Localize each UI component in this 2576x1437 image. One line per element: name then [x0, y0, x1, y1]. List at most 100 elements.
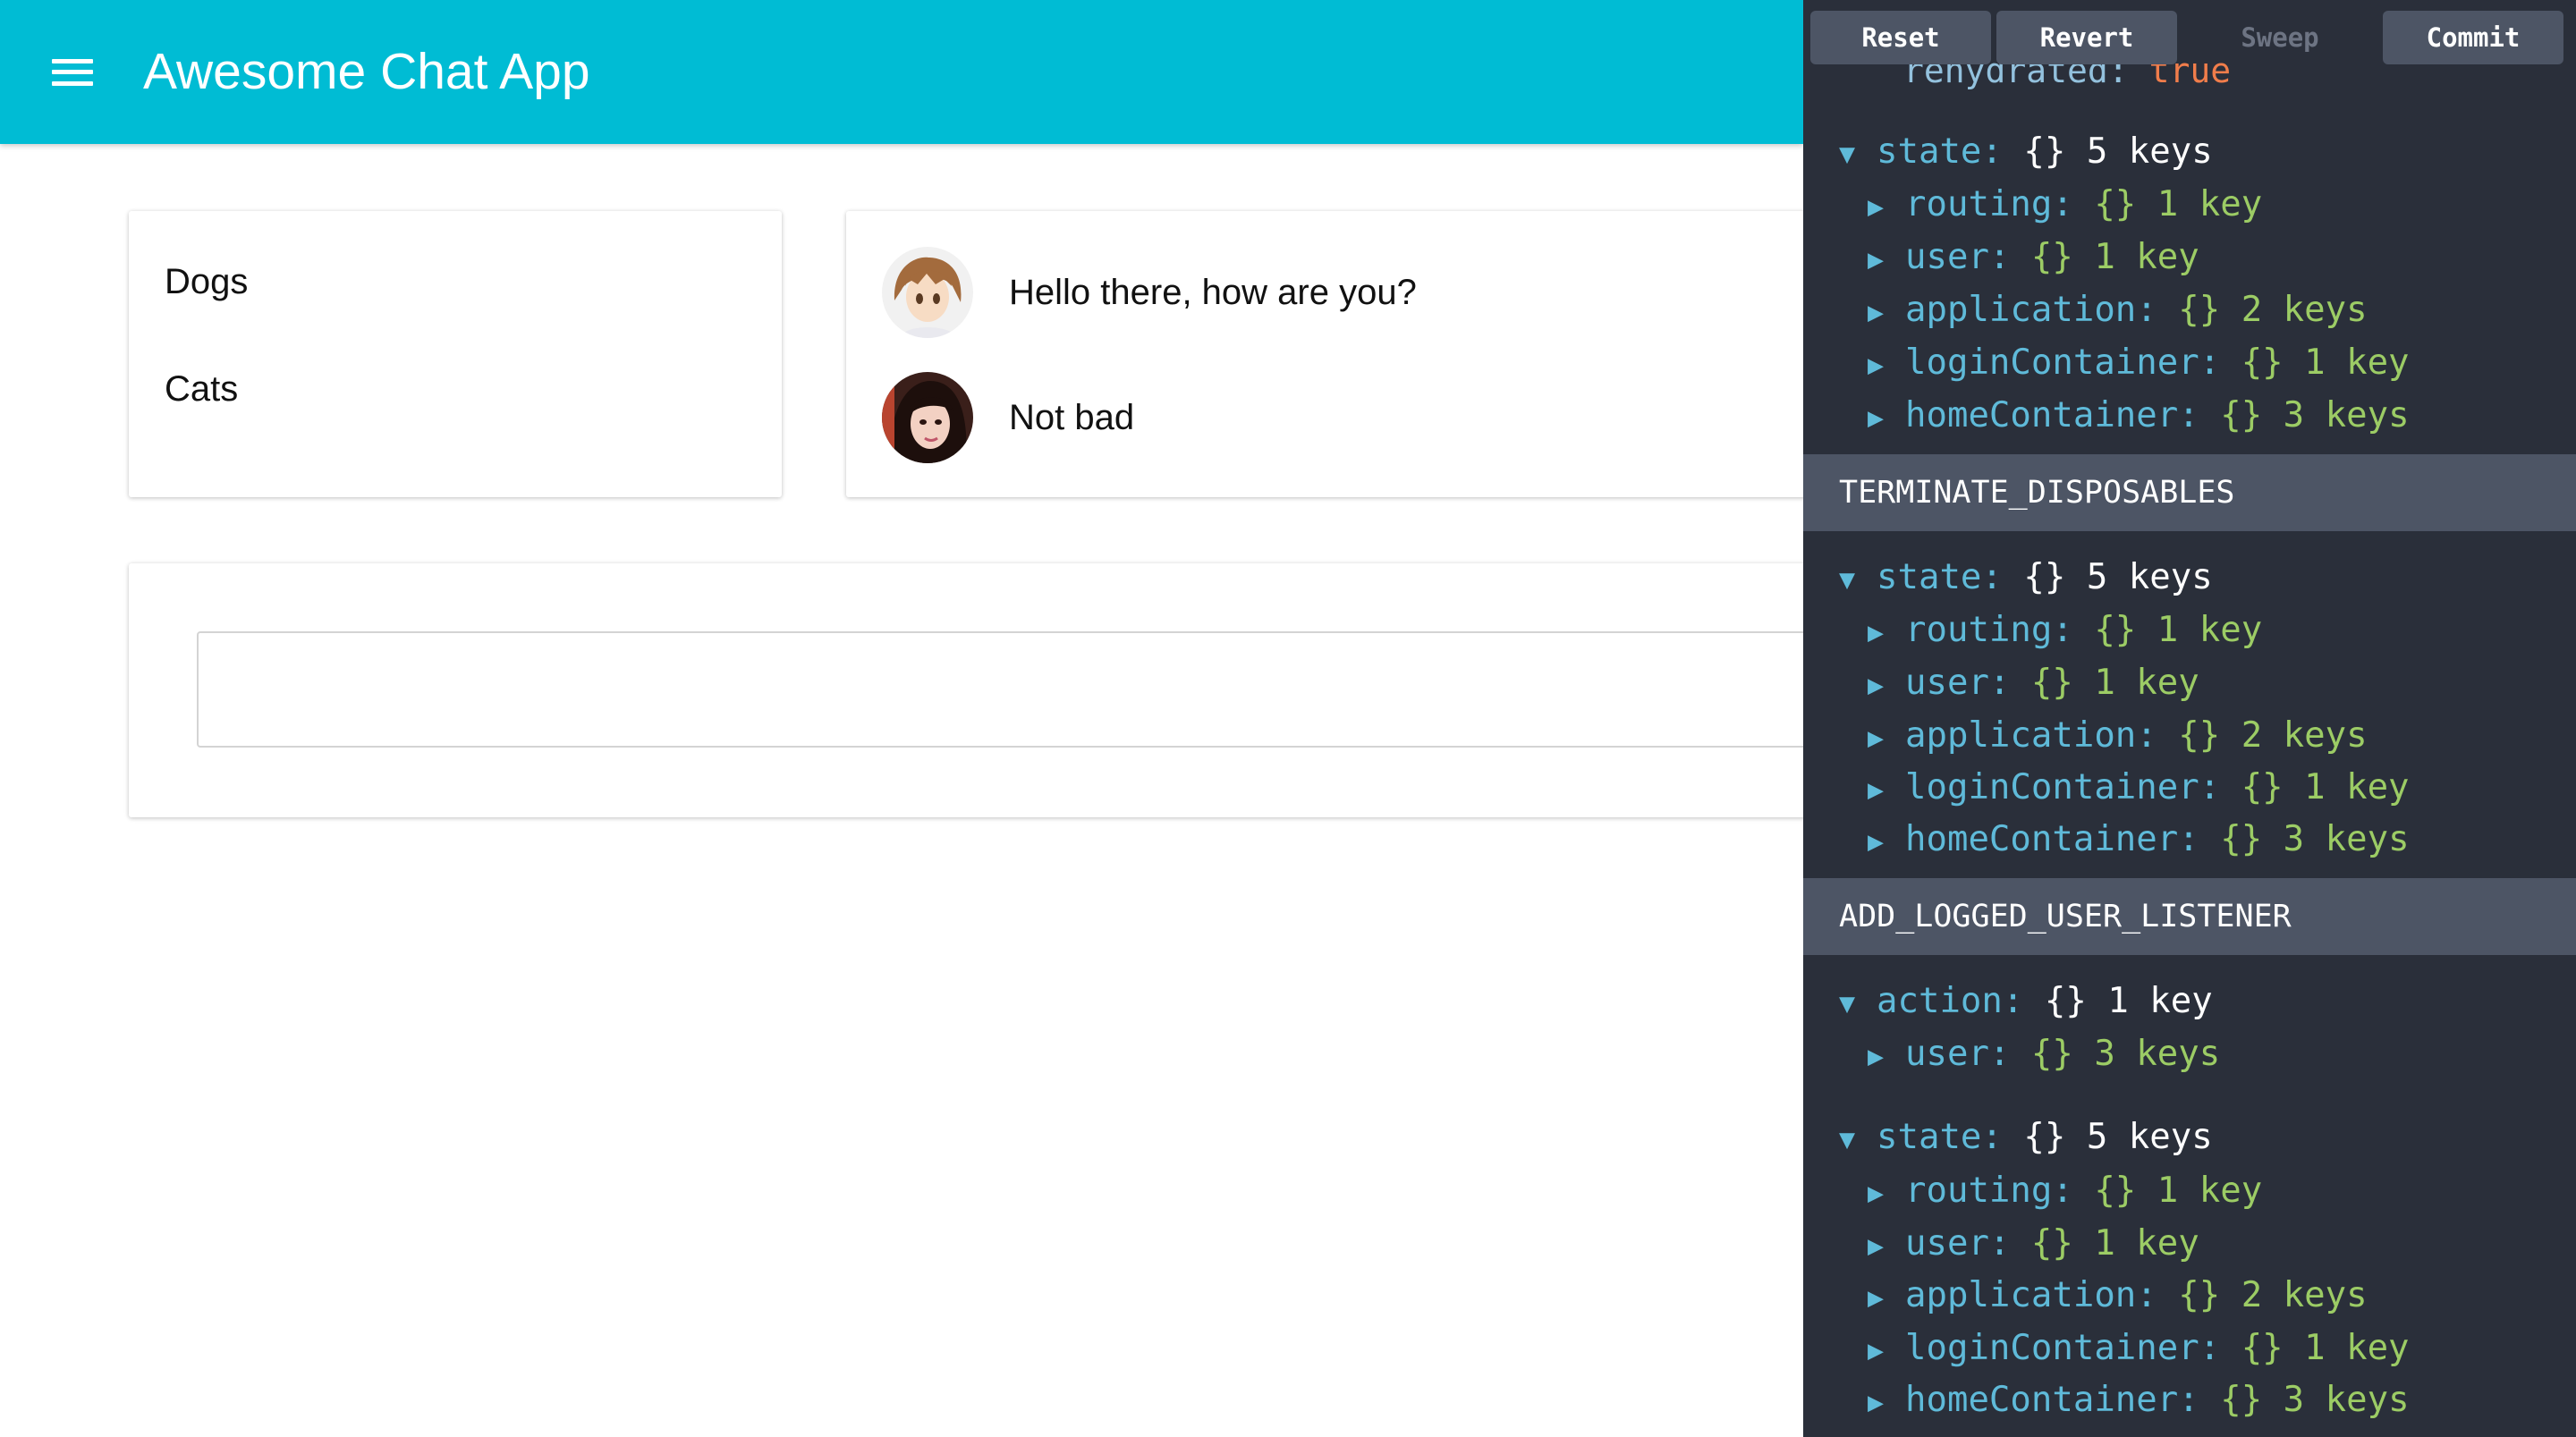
state-tree-item[interactable]: ▶ user: {} 1 key — [1868, 662, 2199, 707]
channel-item-dogs[interactable]: Dogs — [165, 260, 248, 303]
state-tree-item[interactable]: ▶ application: {} 2 keys — [1868, 1274, 2368, 1320]
reset-button[interactable]: Reset — [1810, 11, 1991, 64]
tree-count: 2 keys — [2241, 290, 2368, 330]
tree-key: state: — [1877, 131, 2003, 172]
message-input[interactable] — [197, 631, 1896, 748]
tree-key: routing: — [1905, 610, 2073, 650]
expanded-arrow-icon: ▼ — [1839, 1124, 1856, 1155]
menu-line — [52, 70, 93, 74]
collapsed-arrow-icon: ▶ — [1868, 1230, 1885, 1262]
collapsed-arrow-icon: ▶ — [1868, 244, 1885, 275]
state-tree-item[interactable]: ▶ application: {} 2 keys — [1868, 714, 2368, 760]
state-tree-item[interactable]: ▶ homeContainer: {} 3 keys — [1868, 1379, 2410, 1424]
action-tree-root[interactable]: ▼ action: {} 1 key — [1839, 980, 2213, 1026]
action-header-terminate-disposables[interactable]: TERMINATE_DISPOSABLES — [1803, 454, 2576, 531]
tree-key: homeContainer: — [1905, 395, 2199, 435]
tree-count: 2 keys — [2241, 715, 2368, 756]
state-tree-item[interactable]: ▶ loginContainer: {} 1 key — [1868, 766, 2410, 812]
tree-count: 3 keys — [2094, 1034, 2221, 1074]
collapsed-arrow-icon: ▶ — [1868, 670, 1885, 701]
tree-count: 1 key — [2304, 767, 2410, 807]
collapsed-arrow-icon: ▶ — [1868, 1282, 1885, 1314]
tree-count: 1 key — [2094, 663, 2199, 703]
anime-boy-avatar — [882, 247, 973, 338]
channel-list: Dogs Cats — [129, 211, 782, 497]
tree-braces: {} — [2030, 1034, 2073, 1074]
collapsed-arrow-icon: ▶ — [1868, 1387, 1885, 1418]
tree-braces: {} — [2178, 715, 2221, 756]
tree-braces: {} — [2023, 557, 2066, 597]
tree-count: 3 keys — [2283, 819, 2410, 859]
commit-button[interactable]: Commit — [2383, 11, 2563, 64]
tree-key: loginContainer: — [1905, 1328, 2221, 1368]
collapsed-arrow-icon: ▶ — [1868, 402, 1885, 434]
state-tree-item[interactable]: ▶ homeContainer: {} 3 keys — [1868, 394, 2410, 440]
tree-braces: {} — [2178, 290, 2221, 330]
tree-braces: {} — [2094, 184, 2137, 224]
tree-braces: {} — [2178, 1275, 2221, 1315]
collapsed-arrow-icon: ▶ — [1868, 826, 1885, 858]
tree-braces: {} — [2241, 767, 2284, 807]
tree-key: homeContainer: — [1905, 1380, 2199, 1420]
message-item: Not bad — [882, 372, 1776, 463]
expanded-arrow-icon: ▼ — [1839, 139, 1856, 170]
state-tree-item[interactable]: ▶ loginContainer: {} 1 key — [1868, 342, 2410, 387]
tree-braces: {} — [2023, 1117, 2066, 1157]
state-tree-item[interactable]: ▶ application: {} 2 keys — [1868, 289, 2368, 334]
collapsed-arrow-icon: ▶ — [1868, 774, 1885, 806]
tree-count: 3 keys — [2283, 395, 2410, 435]
devtools-panel: rehydrated: true Reset Revert Sweep Comm… — [1803, 0, 2576, 1437]
state-tree-item[interactable]: ▶ routing: {} 1 key — [1868, 609, 2262, 655]
message-text: Not bad — [1009, 398, 1135, 437]
tree-key: homeContainer: — [1905, 819, 2199, 859]
collapsed-arrow-icon: ▶ — [1868, 1041, 1885, 1072]
collapsed-arrow-icon: ▶ — [1868, 1335, 1885, 1366]
tree-braces: {} — [2030, 1223, 2073, 1264]
tree-count: 5 keys — [2086, 1117, 2213, 1157]
tree-braces: {} — [2220, 819, 2263, 859]
collapsed-arrow-icon: ▶ — [1868, 723, 1885, 754]
tree-key: application: — [1905, 290, 2157, 330]
action-header-add-logged-user-listener[interactable]: ADD_LOGGED_USER_LISTENER — [1803, 878, 2576, 955]
tree-count: 3 keys — [2283, 1380, 2410, 1420]
tree-count: 1 key — [2157, 1171, 2263, 1211]
state-tree-root[interactable]: ▼ state: {} 5 keys — [1839, 1116, 2213, 1162]
tree-key: user: — [1905, 237, 2011, 277]
tree-count: 2 keys — [2241, 1275, 2368, 1315]
state-tree-item[interactable]: ▶ routing: {} 1 key — [1868, 1170, 2262, 1215]
tree-key: routing: — [1905, 184, 2073, 224]
tree-braces: {} — [2044, 981, 2087, 1021]
woman-photo-avatar — [882, 372, 973, 463]
state-tree-item[interactable]: ▶ user: {} 1 key — [1868, 236, 2199, 282]
state-tree-root[interactable]: ▼ state: {} 5 keys — [1839, 131, 2213, 176]
tree-braces: {} — [2030, 663, 2073, 703]
hamburger-menu-icon[interactable] — [52, 59, 93, 86]
tree-braces: {} — [2094, 610, 2137, 650]
state-tree-item[interactable]: ▶ user: {} 1 key — [1868, 1222, 2199, 1268]
tree-count: 1 key — [2157, 184, 2263, 224]
tree-braces: {} — [2241, 1328, 2284, 1368]
channel-item-cats[interactable]: Cats — [165, 368, 238, 410]
tree-braces: {} — [2094, 1171, 2137, 1211]
action-tree-item[interactable]: ▶ user: {} 3 keys — [1868, 1033, 2220, 1078]
tree-count: 5 keys — [2086, 131, 2213, 172]
tree-count: 1 key — [2094, 1223, 2199, 1264]
state-tree-root[interactable]: ▼ state: {} 5 keys — [1839, 556, 2213, 602]
tree-key: action: — [1877, 981, 2024, 1021]
collapsed-arrow-icon: ▶ — [1868, 350, 1885, 381]
revert-button[interactable]: Revert — [1996, 11, 2177, 64]
tree-key: user: — [1905, 1223, 2011, 1264]
tree-braces: {} — [2023, 131, 2066, 172]
state-tree-item[interactable]: ▶ loginContainer: {} 1 key — [1868, 1327, 2410, 1373]
state-tree-item[interactable]: ▶ homeContainer: {} 3 keys — [1868, 818, 2410, 864]
message-list: Hello there, how are you? Not bad — [846, 211, 1830, 497]
tree-count: 1 key — [2157, 610, 2263, 650]
sweep-button[interactable]: Sweep — [2190, 11, 2370, 64]
tree-key: routing: — [1905, 1171, 2073, 1211]
tree-key: loginContainer: — [1905, 767, 2221, 807]
menu-line — [52, 81, 93, 86]
app-bar: Awesome Chat App — [0, 0, 1803, 144]
tree-count: 1 key — [2304, 1328, 2410, 1368]
app-title: Awesome Chat App — [143, 43, 590, 100]
state-tree-item[interactable]: ▶ routing: {} 1 key — [1868, 183, 2262, 229]
